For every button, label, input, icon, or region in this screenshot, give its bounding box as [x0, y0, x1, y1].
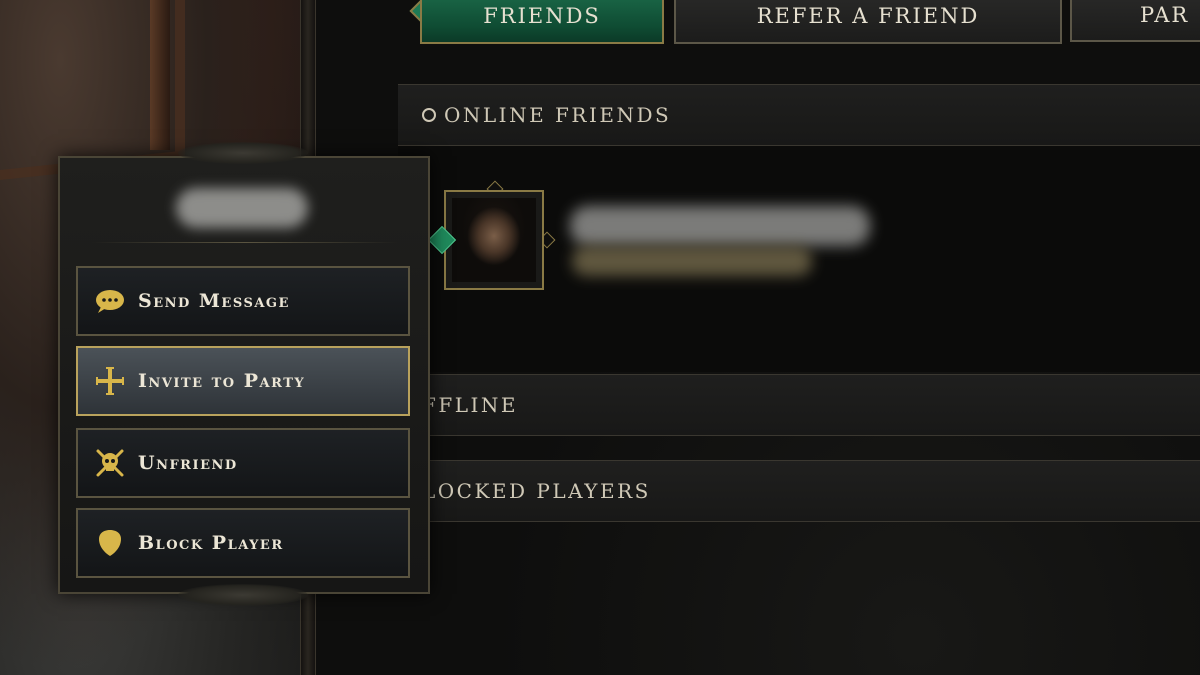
- menu-divider: [92, 242, 398, 243]
- send-message-button[interactable]: Send Message: [76, 266, 410, 336]
- invite-to-party-button[interactable]: Invite to Party: [76, 346, 410, 416]
- block-player-button[interactable]: Block Player: [76, 508, 410, 578]
- friend-avatar[interactable]: [444, 190, 544, 290]
- background-frame-post: [150, 0, 170, 150]
- cross-icon: [94, 365, 126, 397]
- unfriend-button[interactable]: Unfriend: [76, 428, 410, 498]
- section-offline-label: ffline: [422, 393, 519, 417]
- section-online-friends[interactable]: Online Friends: [398, 84, 1200, 146]
- skull-crossbones-icon: [94, 447, 126, 479]
- tab-friends[interactable]: Friends: [420, 0, 664, 44]
- send-message-label: Send Message: [138, 290, 290, 312]
- menu-ornament-bottom: [178, 584, 308, 606]
- section-online-label: Online Friends: [444, 103, 672, 127]
- tab-refer-label: Refer a Friend: [756, 4, 980, 28]
- tab-friends-label: Friends: [483, 4, 601, 28]
- avatar-portrait: [452, 198, 536, 282]
- unfriend-label: Unfriend: [138, 452, 238, 474]
- tab-refer-a-friend[interactable]: Refer a Friend: [674, 0, 1062, 44]
- section-blocked-label: locked Players: [422, 479, 651, 503]
- menu-player-name-redacted: [176, 188, 308, 228]
- tab-party-label: Par: [1140, 3, 1190, 27]
- friend-name-redacted: [570, 206, 870, 246]
- block-player-label: Block Player: [138, 532, 284, 554]
- menu-ornament-top: [178, 142, 308, 164]
- tab-party[interactable]: Par: [1070, 0, 1200, 42]
- online-section-bullet-icon: [422, 108, 436, 122]
- shield-icon: [94, 527, 126, 559]
- section-offline[interactable]: ffline: [398, 374, 1200, 436]
- chat-bubble-icon: [94, 285, 126, 317]
- section-blocked-players[interactable]: locked Players: [398, 460, 1200, 522]
- invite-to-party-label: Invite to Party: [138, 370, 306, 392]
- friend-status-redacted: [572, 246, 812, 276]
